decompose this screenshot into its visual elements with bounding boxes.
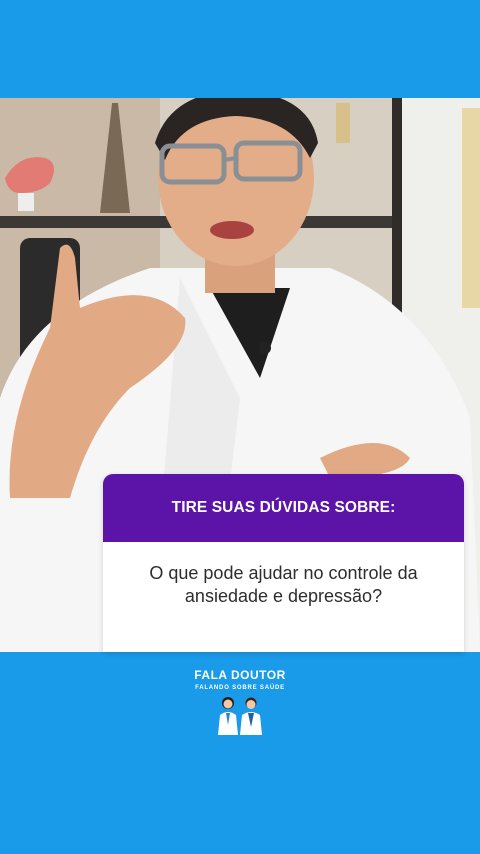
doctors-illustration-icon xyxy=(218,697,262,735)
question-card: TIRE SUAS DÚVIDAS SOBRE: O que pode ajud… xyxy=(103,474,464,652)
brand-tagline: FALANDO SOBRE SAÚDE xyxy=(195,685,285,691)
question-card-header: TIRE SUAS DÚVIDAS SOBRE: xyxy=(103,474,464,542)
brand-name: FALA DOUTOR xyxy=(194,668,286,682)
brand-logo: FALA DOUTOR FALANDO SOBRE SAÚDE xyxy=(180,668,300,735)
question-text: O que pode ajudar no controle da ansieda… xyxy=(149,563,418,606)
